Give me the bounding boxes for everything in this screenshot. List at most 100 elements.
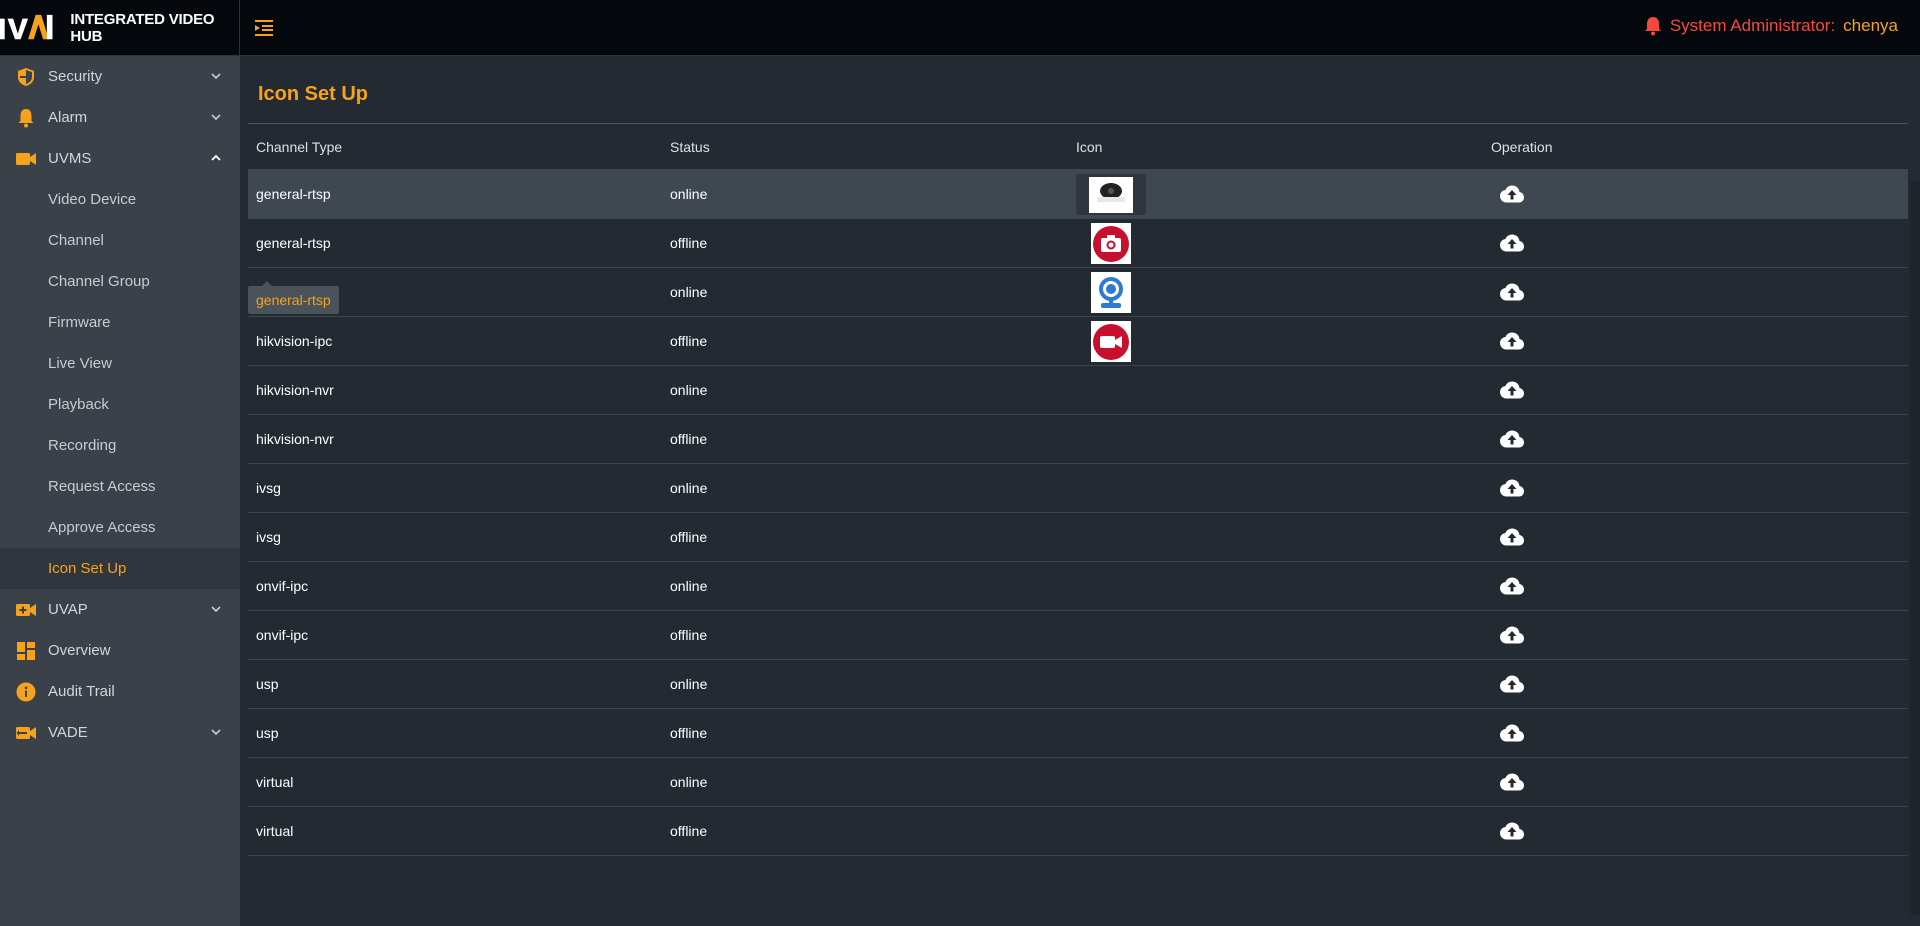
sidebar-item-label: Overview xyxy=(48,642,111,659)
sidebar-item-alarm[interactable]: Alarm xyxy=(0,97,240,138)
red-camera-icon[interactable] xyxy=(1091,223,1131,264)
shield-icon xyxy=(16,67,36,87)
cell-operation xyxy=(1491,282,1891,302)
upload-icon[interactable] xyxy=(1499,282,1525,302)
video-add-icon xyxy=(16,600,36,620)
cell-operation xyxy=(1491,233,1891,253)
cell-channel-type: ivsg xyxy=(248,529,662,545)
upload-icon[interactable] xyxy=(1499,625,1525,645)
menu-collapse-icon[interactable] xyxy=(254,18,274,38)
cell-channel-type: virtual xyxy=(248,823,662,839)
upload-icon[interactable] xyxy=(1499,527,1525,547)
upload-icon[interactable] xyxy=(1499,821,1525,841)
upload-icon[interactable] xyxy=(1499,478,1525,498)
table-row[interactable]: usp online xyxy=(248,660,1908,709)
column-header-operation: Operation xyxy=(1491,138,1553,155)
upload-icon[interactable] xyxy=(1499,576,1525,596)
upload-icon[interactable] xyxy=(1499,723,1525,743)
sidebar: Security Alarm UVMS Video Device Channel… xyxy=(0,56,240,926)
upload-icon[interactable] xyxy=(1499,233,1525,253)
red-video-icon[interactable] xyxy=(1091,321,1131,362)
sidebar-subitem-channel[interactable]: Channel xyxy=(0,220,240,261)
cell-status: offline xyxy=(670,333,708,349)
video-link-icon xyxy=(16,723,36,743)
top-bar: INTEGRATED VIDEO HUB System Administrato… xyxy=(0,0,1920,56)
table-row[interactable]: usp offline xyxy=(248,709,1908,758)
sidebar-item-label: Security xyxy=(48,68,103,85)
upload-icon[interactable] xyxy=(1499,184,1525,204)
cell-operation xyxy=(1491,527,1891,547)
cell-channel-type: hikvision-ipc xyxy=(248,333,662,349)
sidebar-subitem-icon-set-up[interactable]: Icon Set Up xyxy=(0,548,240,589)
sidebar-item-uvms[interactable]: UVMS xyxy=(0,138,240,179)
channel-type-text: onvif-ipc xyxy=(256,578,309,594)
chevron-down-icon xyxy=(211,729,221,736)
table-row[interactable]: virtual offline xyxy=(248,807,1908,856)
blue-webcam-icon[interactable] xyxy=(1091,272,1131,313)
cell-status: online xyxy=(670,284,708,300)
cell-status: offline xyxy=(670,725,708,741)
dashboard-icon xyxy=(16,641,36,661)
sidebar-item-security[interactable]: Security xyxy=(0,56,240,97)
cell-status: offline xyxy=(670,823,708,839)
sidebar-subitem-channel-group[interactable]: Channel Group xyxy=(0,261,240,302)
sidebar-subitem-live-view[interactable]: Live View xyxy=(0,343,240,384)
upload-icon[interactable] xyxy=(1499,674,1525,694)
channel-type-text: virtual xyxy=(256,823,294,839)
channel-type-text: general-rtsp xyxy=(256,235,331,251)
sidebar-item-label: UVMS xyxy=(48,150,92,167)
table-row[interactable]: hikvision-ipc offline xyxy=(248,317,1908,366)
table-row[interactable]: hikvision-nvr online xyxy=(248,366,1908,415)
cell-operation xyxy=(1491,772,1891,792)
cell-status: offline xyxy=(670,529,708,545)
notification-bell-icon[interactable] xyxy=(1644,16,1662,36)
upload-icon[interactable] xyxy=(1499,429,1525,449)
upload-icon[interactable] xyxy=(1499,772,1525,792)
dome-camera-thumb[interactable] xyxy=(1076,174,1146,215)
cell-icon xyxy=(1068,219,1491,267)
channel-type-text: hikvision-nvr xyxy=(256,431,334,447)
table-row[interactable]: onvif-ipc online xyxy=(248,562,1908,611)
cell-status: online xyxy=(670,480,708,496)
channel-type-text: hikvision-ipc xyxy=(256,333,333,349)
sidebar-item-overview[interactable]: Overview xyxy=(0,630,240,671)
sidebar-subitem-firmware[interactable]: Firmware xyxy=(0,302,240,343)
user-name[interactable]: chenya xyxy=(1843,16,1898,36)
cell-icon xyxy=(1068,415,1491,463)
sidebar-subitem-recording[interactable]: Recording xyxy=(0,425,240,466)
sidebar-subitem-request-access[interactable]: Request Access xyxy=(0,466,240,507)
table-row[interactable]: general-rtsp offline xyxy=(248,219,1908,268)
sidebar-subitem-approve-access[interactable]: Approve Access xyxy=(0,507,240,548)
sidebar-item-vade[interactable]: VADE xyxy=(0,712,240,753)
cell-icon xyxy=(1068,611,1491,659)
channel-type-text: usp xyxy=(256,725,279,741)
sidebar-item-uvap[interactable]: UVAP xyxy=(0,589,240,630)
upload-icon[interactable] xyxy=(1499,380,1525,400)
channel-type-text: ivsg xyxy=(256,529,281,545)
table-scrollbar[interactable] xyxy=(1910,181,1920,915)
sidebar-subitem-video-device[interactable]: Video Device xyxy=(0,179,240,220)
table-row[interactable]: virtual online xyxy=(248,758,1908,807)
table-row[interactable]: ivsg online xyxy=(248,464,1908,513)
table-row[interactable]: onvif-ipc offline xyxy=(248,611,1908,660)
sidebar-item-audit-trail[interactable]: Audit Trail xyxy=(0,671,240,712)
cell-icon xyxy=(1068,464,1491,512)
channel-type-text: hikvision-nvr xyxy=(256,382,334,398)
cell-icon xyxy=(1068,660,1491,708)
table-row[interactable]: general-rtsp online xyxy=(248,170,1908,219)
app-logo[interactable]: INTEGRATED VIDEO HUB xyxy=(0,0,240,56)
bell-icon xyxy=(16,108,36,128)
sidebar-subitem-playback[interactable]: Playback xyxy=(0,384,240,425)
channel-type-text: onvif-ipc xyxy=(256,627,309,643)
table-row[interactable]: ivsg offline xyxy=(248,513,1908,562)
cell-operation xyxy=(1491,184,1891,204)
cell-channel-type: onvif-ipc xyxy=(248,627,662,643)
cell-channel-type: hikvision-nvr xyxy=(248,382,662,398)
chevron-down-icon xyxy=(211,606,221,613)
table-row[interactable]: hikvision-nvr offline xyxy=(248,415,1908,464)
table-row[interactable]: general-rtsp online xyxy=(248,268,1908,317)
upload-icon[interactable] xyxy=(1499,331,1525,351)
info-icon xyxy=(16,682,36,702)
cell-icon xyxy=(1068,562,1491,610)
channel-type-text: general-rtsp xyxy=(256,186,331,202)
